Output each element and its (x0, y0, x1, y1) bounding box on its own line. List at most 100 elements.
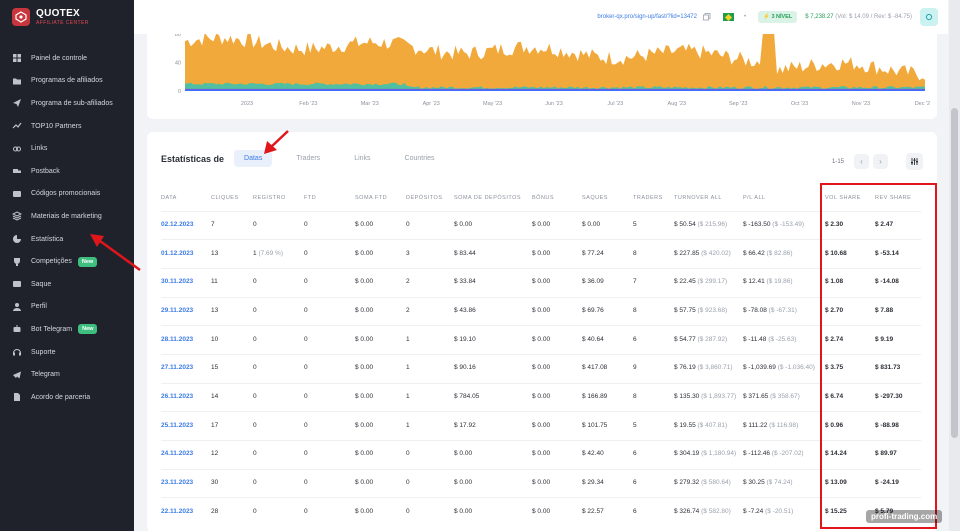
sidebar-item-label: Programas de afiliados (31, 77, 103, 85)
sidebar-item-estat-stica[interactable]: Estatística (0, 228, 134, 251)
column-header[interactable]: P/L ALL (743, 187, 825, 211)
table-row[interactable]: 26.11.2023 14 0 0 $ 0.00 1 $ 784.05 $ 0.00 $ 166… (161, 382, 921, 412)
table-row[interactable]: 27.11.2023 15 0 0 $ 0.00 1 $ 90.16 $ 0.00 $ 417.… (161, 353, 921, 384)
table-row[interactable]: 29.11.2023 13 0 0 $ 0.00 2 $ 43.86 $ 0.00 $ 69.7… (161, 296, 921, 326)
table-row[interactable]: 24.11.2023 12 0 0 $ 0.00 0 $ 0.00 $ 0.00 $ 42.40… (161, 440, 921, 470)
sidebar-item-top10-partners[interactable]: TOP10 Partners (0, 115, 134, 138)
date-cell[interactable]: 02.12.2023 (161, 210, 211, 240)
column-header[interactable]: TRADERS (633, 187, 674, 211)
date-link[interactable]: 22.11.2023 (161, 508, 193, 515)
depositos-value: 0 (406, 479, 410, 487)
column-header[interactable]: REGISTRO (253, 187, 304, 211)
table-cell: $ 101.75 (582, 411, 633, 441)
sidebar-item-links[interactable]: Links (0, 137, 134, 160)
refresh-button[interactable] (920, 8, 938, 26)
date-link[interactable]: 29.11.2023 (161, 307, 193, 314)
table-row[interactable]: 25.11.2023 17 0 0 $ 0.00 1 $ 17.92 $ 0.00 $ 101.… (161, 411, 921, 441)
rev-share-value: $ 89.97 (875, 450, 897, 458)
pl-detail: ($ 82.86) (766, 249, 793, 257)
page-scrollbar[interactable] (949, 0, 960, 531)
date-cell[interactable]: 30.11.2023 (161, 267, 211, 298)
sidebar-item-acordo-de-parceria[interactable]: Acordo de parceria (0, 386, 134, 409)
scroll-thumb[interactable] (951, 108, 958, 438)
column-header[interactable]: DEPÓSITOS (406, 187, 454, 211)
sidebar-item-c-digos-promocionais[interactable]: Códigos promocionais (0, 183, 134, 206)
table-cell: 8 (633, 239, 674, 269)
tab-countries[interactable]: Countries (395, 150, 445, 167)
pl-detail: ($ -25.63) (768, 335, 797, 343)
sidebar-item-suporte[interactable]: Suporte (0, 341, 134, 364)
column-header[interactable]: DATA (161, 187, 211, 211)
column-header[interactable]: REV SHARE (875, 187, 921, 211)
next-page-button[interactable]: › (873, 154, 888, 169)
date-cell[interactable]: 25.11.2023 (161, 411, 211, 441)
column-header[interactable]: VOL SHARE (825, 187, 875, 211)
column-header[interactable]: FTD (304, 187, 355, 211)
sidebar-item-postback[interactable]: Postback (0, 160, 134, 183)
column-header[interactable]: CLIQUES (211, 187, 253, 211)
sliders-icon (911, 158, 918, 165)
date-link[interactable]: 01.12.2023 (161, 250, 194, 257)
bonus-value: $ 0.00 (532, 421, 551, 429)
table-cell: $ 0.00 (532, 353, 582, 384)
date-link[interactable]: 25.11.2023 (161, 422, 193, 429)
sidebar-item-painel-de-controle[interactable]: Painel de controle (0, 47, 134, 70)
brazil-flag-icon[interactable] (722, 13, 734, 21)
column-header[interactable]: SOMA FTD (355, 187, 406, 211)
turnover-detail: ($ 299.17) (697, 278, 728, 286)
date-cell[interactable]: 28.11.2023 (161, 325, 211, 355)
date-link[interactable]: 27.11.2023 (161, 364, 193, 371)
sidebar-item-label: Bot Telegram (31, 325, 73, 333)
date-link[interactable]: 23.11.2023 (161, 479, 193, 486)
date-link[interactable]: 26.11.2023 (161, 393, 193, 400)
date-cell[interactable]: 24.11.2023 (161, 440, 211, 470)
turnover-value: $ 304.19 (674, 450, 700, 458)
table-cell: $ 33.84 (454, 267, 532, 298)
date-cell[interactable]: 29.11.2023 (161, 296, 211, 326)
prev-page-button[interactable]: ‹ (854, 154, 869, 169)
app-logo[interactable]: QUOTEX AFFILIATE CENTER (12, 8, 89, 26)
tab-datas[interactable]: Datas (234, 150, 273, 167)
column-header[interactable]: SAQUES (582, 187, 633, 211)
date-cell[interactable]: 23.11.2023 (161, 468, 211, 498)
date-cell[interactable]: 01.12.2023 (161, 239, 211, 269)
stack-icon (12, 211, 22, 222)
sidebar-item-competi-es[interactable]: Competições New (0, 250, 134, 273)
vol-share-value: $ 3.75 (825, 364, 844, 372)
column-header[interactable]: TURNOVER ALL (674, 187, 743, 211)
copy-icon[interactable] (703, 13, 711, 21)
table-row[interactable]: 01.12.2023 13 1 (7.69 %) 0 $ 0.00 3 $ 83.44 $ 0… (161, 239, 921, 269)
date-cell[interactable]: 22.11.2023 (161, 497, 211, 527)
sidebar-item-materiais-de-marketing[interactable]: Materiais de marketing (0, 205, 134, 228)
date-cell[interactable]: 27.11.2023 (161, 353, 211, 384)
referral-link[interactable]: broker-qx.pro/sign-up/fast/?lid=13472 (597, 14, 697, 20)
date-link[interactable]: 02.12.2023 (161, 221, 194, 228)
column-header[interactable]: SOMA DE DEPÓSITOS (454, 187, 532, 211)
tab-links[interactable]: Links (344, 150, 380, 167)
table-row[interactable]: 22.11.2023 28 0 0 $ 0.00 0 $ 0.00 $ 0.00 $ 22.57… (161, 497, 921, 527)
table-row[interactable]: 23.11.2023 30 0 0 $ 0.00 0 $ 0.00 $ 0.00 $ 29.34… (161, 468, 921, 498)
table-cell: $ 0.00 (454, 440, 532, 470)
date-cell[interactable]: 26.11.2023 (161, 382, 211, 412)
sidebar-item-bot-telegram[interactable]: Bot Telegram New (0, 318, 134, 341)
table-row[interactable]: 28.11.2023 10 0 0 $ 0.00 1 $ 19.10 $ 0.00 $ 40.6… (161, 325, 921, 355)
column-header[interactable]: BÔNUS (532, 187, 582, 211)
sidebar-item-telegram[interactable]: Telegram (0, 363, 134, 386)
date-link[interactable]: 24.11.2023 (161, 450, 193, 457)
column-settings-button[interactable] (906, 153, 923, 170)
saques-value: $ 0.00 (582, 220, 601, 228)
level-badge[interactable]: ⚡ 3 NÍVEL (758, 11, 798, 23)
sidebar-item-saque[interactable]: Saque (0, 273, 134, 296)
date-link[interactable]: 30.11.2023 (161, 278, 193, 285)
date-link[interactable]: 28.11.2023 (161, 336, 193, 343)
table-row[interactable]: 02.12.2023 7 0 0 $ 0.00 0 $ 0.00 $ 0.00 $ 0.00 5 $… (161, 210, 921, 240)
table-row[interactable]: 30.11.2023 11 0 0 $ 0.00 2 $ 33.84 $ 0.00 $ 36.0… (161, 267, 921, 298)
sidebar-item-programa-de-sub-afiliados[interactable]: Programa de sub-afiliados (0, 92, 134, 115)
table-cell: $ 29.34 (582, 468, 633, 498)
x-tick-label: Apr '23 (423, 101, 440, 107)
sidebar-item-programas-de-afiliados[interactable]: Programas de afiliados (0, 70, 134, 93)
truck-icon (12, 166, 22, 176)
tab-traders[interactable]: Traders (286, 150, 330, 167)
turnover-value: $ 54.77 (674, 335, 696, 343)
sidebar-item-perfil[interactable]: Perfil (0, 296, 134, 319)
